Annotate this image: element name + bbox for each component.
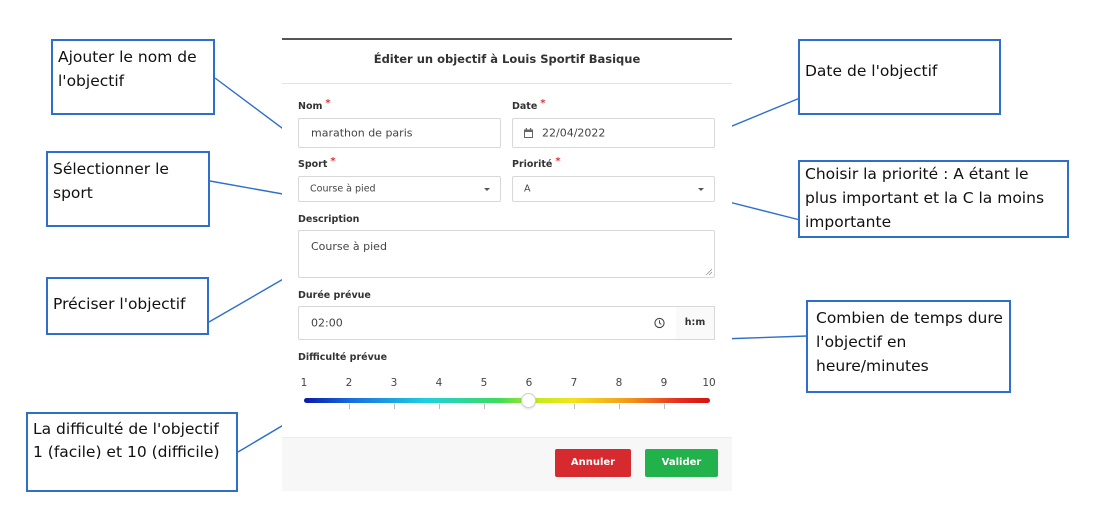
modal-top-border bbox=[282, 38, 732, 40]
difficulty-tick-7: 7 bbox=[570, 377, 578, 389]
callout-name: Ajouter le nom de l'objectif bbox=[51, 39, 215, 115]
connector-date bbox=[719, 97, 801, 132]
sport-select-value: Course à pied bbox=[310, 183, 376, 195]
sport-label-text: Sport bbox=[298, 159, 328, 170]
difficulty-tick-4: 4 bbox=[435, 377, 443, 389]
slider-tick-mark bbox=[439, 404, 440, 409]
description-textarea[interactable]: Course à pied bbox=[298, 230, 715, 278]
difficulty-tick-5: 5 bbox=[480, 377, 488, 389]
difficulty-tick-3: 3 bbox=[390, 377, 398, 389]
difficulty-tick-10: 10 bbox=[702, 377, 716, 389]
slider-tick-mark bbox=[574, 404, 575, 409]
resize-grip-icon[interactable] bbox=[705, 268, 712, 275]
date-label-text: Date bbox=[512, 101, 538, 112]
callout-sport: Sélectionner le sport bbox=[46, 151, 210, 227]
clock-icon[interactable] bbox=[654, 317, 665, 329]
date-picker[interactable]: 22/04/2022 bbox=[512, 118, 715, 148]
duration-unit-addon: h:m bbox=[676, 306, 715, 340]
date-label: Date * bbox=[512, 98, 546, 112]
priority-select-value: A bbox=[524, 183, 531, 195]
name-label-text: Nom bbox=[298, 101, 323, 112]
difficulty-tick-8: 8 bbox=[615, 377, 623, 389]
description-label: Description bbox=[298, 214, 360, 225]
header-divider bbox=[282, 83, 732, 84]
sport-label: Sport * bbox=[298, 156, 336, 170]
slider-tick-mark bbox=[619, 404, 620, 409]
cancel-button[interactable]: Annuler bbox=[555, 449, 631, 477]
name-label: Nom * bbox=[298, 98, 331, 112]
calendar-icon bbox=[524, 128, 533, 138]
sport-select[interactable]: Course à pied bbox=[298, 176, 501, 202]
difficulty-tick-6: 6 bbox=[525, 377, 533, 389]
required-marker: * bbox=[330, 156, 336, 167]
chevron-down-icon bbox=[698, 188, 704, 191]
difficulty-slider-thumb[interactable] bbox=[521, 393, 536, 408]
slider-tick-mark bbox=[664, 404, 665, 409]
callout-duration: Combien de temps dure l'objectif en heur… bbox=[806, 300, 1011, 393]
edit-objective-modal: Éditer un objectif à Louis Sportif Basiq… bbox=[282, 38, 732, 491]
priority-select[interactable]: A bbox=[512, 176, 715, 202]
slider-tick-mark bbox=[484, 404, 485, 409]
callout-difficulty: La difficulté de l'objectif 1 (facile) e… bbox=[26, 412, 238, 492]
slider-tick-mark bbox=[394, 404, 395, 409]
modal-title: Éditer un objectif à Louis Sportif Basiq… bbox=[373, 52, 641, 66]
connector-duration bbox=[719, 335, 808, 340]
difficulty-slider-track[interactable] bbox=[304, 398, 710, 403]
date-value: 22/04/2022 bbox=[542, 126, 606, 140]
slider-tick-mark bbox=[349, 404, 350, 409]
priority-label-text: Priorité bbox=[512, 159, 553, 170]
submit-button[interactable]: Valider bbox=[645, 449, 718, 477]
difficulty-tick-2: 2 bbox=[345, 377, 353, 389]
callout-priority: Choisir la priorité : A étant le plus im… bbox=[798, 160, 1069, 238]
priority-label: Priorité * bbox=[512, 156, 561, 170]
duration-input[interactable]: 02:00 bbox=[298, 306, 677, 340]
difficulty-tick-1: 1 bbox=[300, 377, 308, 389]
connector-description bbox=[208, 273, 293, 323]
name-input-value: marathon de paris bbox=[311, 126, 413, 140]
required-marker: * bbox=[555, 156, 561, 167]
required-marker: * bbox=[540, 98, 546, 109]
callout-description: Préciser l'objectif bbox=[46, 277, 209, 335]
difficulty-tick-9: 9 bbox=[660, 377, 668, 389]
chevron-down-icon bbox=[484, 188, 490, 191]
duration-value: 02:00 bbox=[311, 316, 343, 330]
duration-label: Durée prévue bbox=[298, 290, 371, 301]
required-marker: * bbox=[325, 98, 331, 109]
callout-date: Date de l'objectif bbox=[798, 39, 1001, 115]
name-input[interactable]: marathon de paris bbox=[298, 118, 501, 148]
difficulty-label: Difficulté prévue bbox=[298, 352, 388, 363]
description-value: Course à pied bbox=[311, 240, 387, 253]
